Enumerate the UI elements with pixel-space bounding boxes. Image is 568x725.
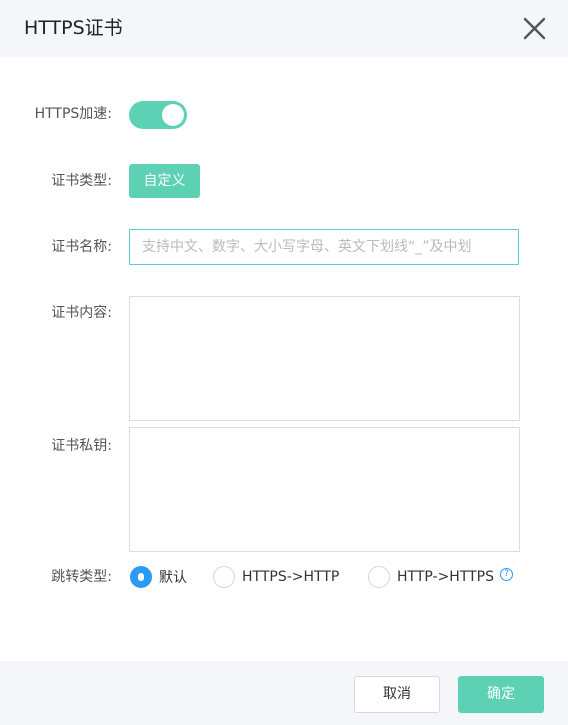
cancel-button[interactable]: 取消 — [354, 676, 440, 713]
radio-default-circle[interactable] — [130, 566, 152, 588]
cert-content-textarea[interactable] — [129, 296, 520, 421]
cert-key-textarea[interactable] — [129, 427, 520, 552]
radio-http-to-https-label: HTTP->HTTPS — [397, 569, 495, 585]
redirect-type-radio-group: 默认 HTTPS->HTTP HTTP->HTTPS ? — [0, 565, 568, 589]
cert-type-label: 证书类型: — [51, 173, 112, 189]
radio-https-to-http[interactable]: HTTPS->HTTP — [213, 565, 339, 589]
radio-https-to-http-circle[interactable] — [213, 566, 235, 588]
https-accel-toggle[interactable] — [129, 101, 187, 129]
radio-default-label: 默认 — [159, 570, 187, 586]
confirm-button[interactable]: 确定 — [458, 676, 544, 713]
dialog-title: HTTPS证书 — [24, 17, 123, 39]
https-accel-label: HTTPS加速: — [34, 106, 112, 122]
toggle-knob — [162, 104, 184, 126]
https-cert-dialog: HTTPS证书 HTTPS加速: 证书类型: 自定义 证书名称: 证书内容: 证… — [0, 0, 568, 725]
radio-default[interactable]: 默认 — [130, 565, 187, 589]
cert-name-label: 证书名称: — [51, 239, 112, 255]
dialog-header: HTTPS证书 — [0, 0, 568, 57]
radio-http-to-https[interactable]: HTTP->HTTPS ? — [368, 565, 514, 589]
close-icon[interactable] — [520, 14, 550, 44]
cert-content-label: 证书内容: — [51, 305, 112, 321]
cert-type-custom-button[interactable]: 自定义 — [129, 164, 200, 198]
radio-http-to-https-circle[interactable] — [368, 566, 390, 588]
radio-https-to-http-label: HTTPS->HTTP — [242, 569, 340, 585]
question-circle-icon[interactable]: ? — [500, 567, 514, 581]
cert-name-input[interactable] — [129, 229, 519, 265]
cert-key-label: 证书私钥: — [51, 438, 112, 454]
